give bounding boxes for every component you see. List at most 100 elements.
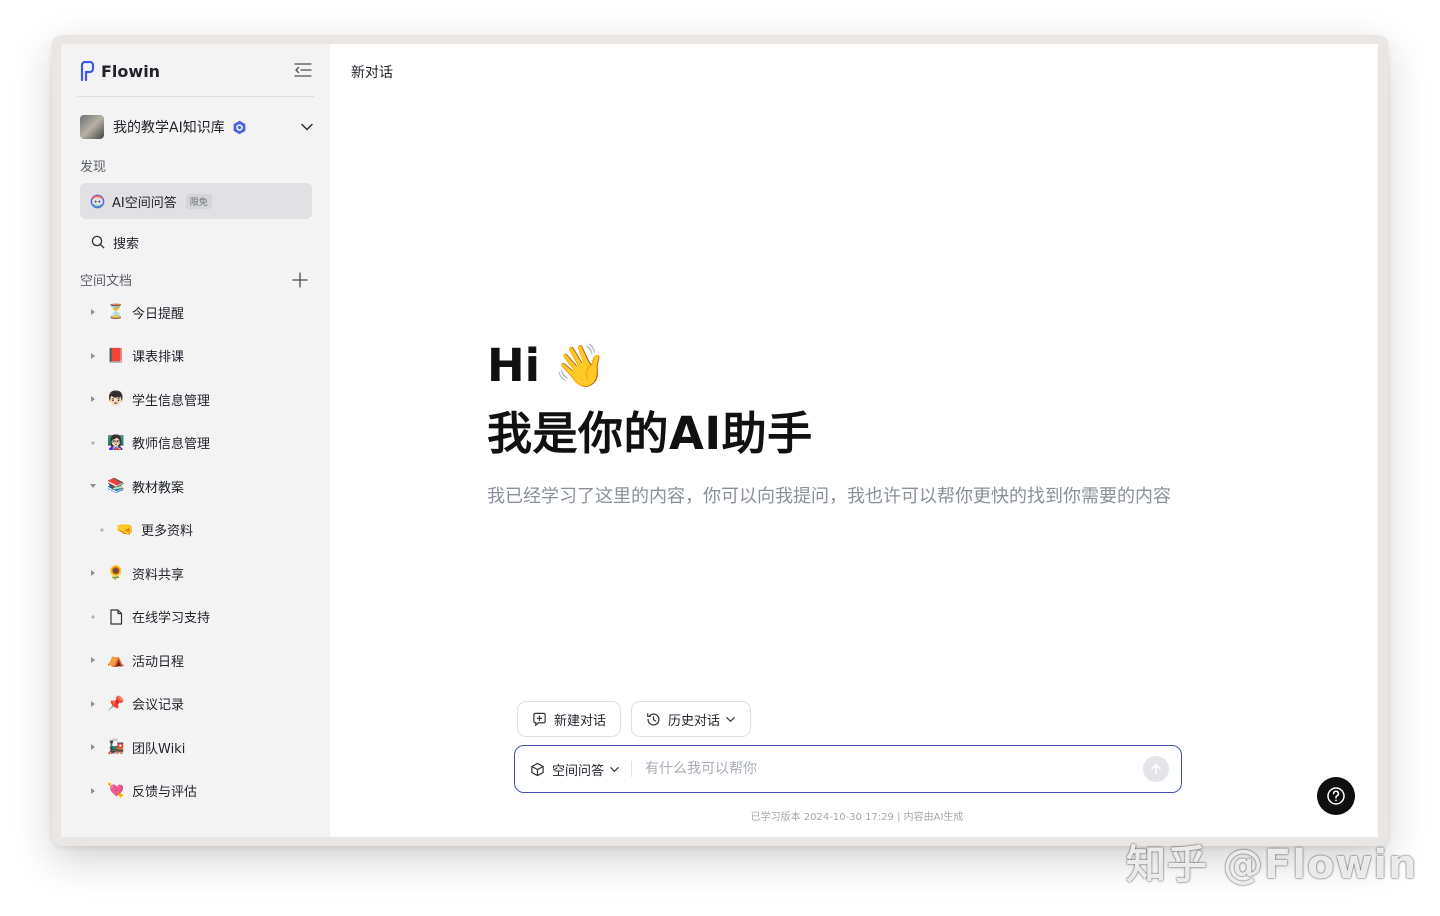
chevron-down-icon[interactable] — [300, 120, 314, 134]
doc-item[interactable]: 📌 会议记录 — [61, 689, 330, 719]
free-badge: 限免 — [185, 193, 212, 209]
caret-right-icon[interactable] — [89, 395, 97, 403]
welcome-hero: Hi 👋 我是你的AI助手 我已经学习了这里的内容，你可以向我提问，我也许可以帮… — [487, 338, 1171, 508]
nav-ai-space-qa-label: AI空间问答 — [112, 195, 177, 211]
brand-name: Flowin — [101, 61, 161, 81]
history-icon — [647, 712, 660, 725]
ai-assistant-icon — [90, 194, 105, 208]
doc-emoji-icon: 👩🏻‍🏫 — [107, 434, 125, 451]
hero-greeting: Hi — [487, 339, 541, 392]
waving-hand-icon: 👋 — [554, 341, 607, 390]
doc-emoji-icon: 🚂 — [107, 739, 125, 755]
brand[interactable]: Flowin — [79, 60, 160, 82]
doc-emoji-icon: ⏳ — [107, 304, 125, 320]
doc-item-label: 会议记录 — [132, 698, 185, 713]
doc-item-label: 今日提醒 — [132, 306, 185, 322]
hero-subtitle: 我已经学习了这里的内容，你可以向我提问，我也许可以帮你更快的找到你需要的内容 — [487, 486, 1171, 507]
doc-item[interactable]: ⛺ 活动日程 — [61, 645, 330, 675]
doc-item-label: 资料共享 — [132, 567, 185, 583]
bullet-dot-icon — [100, 527, 104, 532]
nav-ai-space-qa[interactable]: AI空间问答 限免 — [80, 183, 312, 219]
caret-right-icon[interactable] — [89, 569, 97, 577]
input-separator — [631, 761, 633, 777]
caret-right-icon[interactable] — [89, 700, 97, 708]
sidebar: Flowin 我的教学AI知识库 发现 AI空间问答 限免 搜索 空间文档 ⏳ … — [61, 44, 330, 837]
chat-query-input[interactable] — [643, 760, 1143, 778]
caret-right-icon[interactable] — [89, 743, 97, 751]
doc-emoji-icon: 🌻 — [107, 565, 125, 581]
doc-item-label: 活动日程 — [132, 654, 185, 670]
space-docs-label: 空间文档 — [80, 274, 133, 289]
sidebar-divider — [77, 96, 314, 97]
doc-item[interactable]: 👩🏻‍🏫 教师信息管理 — [61, 428, 330, 458]
doc-item[interactable]: 💘 反馈与评估 — [61, 776, 330, 806]
history-chat-button[interactable]: 历史对话 — [631, 701, 752, 737]
doc-item[interactable]: 在线学习支持 — [61, 602, 330, 632]
doc-item[interactable]: 🚂 团队Wiki — [61, 732, 330, 762]
caret-right-icon[interactable] — [89, 787, 97, 795]
collapse-sidebar-icon[interactable] — [294, 62, 312, 78]
doc-item-label: 教材教案 — [132, 480, 185, 496]
new-chat-label: 新建对话 — [554, 713, 607, 729]
doc-item-label: 反馈与评估 — [132, 785, 198, 800]
doc-item-label: 课表排课 — [132, 350, 185, 365]
doc-item[interactable]: ⏳ 今日提醒 — [61, 297, 330, 327]
bullet-dot-icon — [91, 614, 95, 619]
doc-item-label: 教师信息管理 — [132, 437, 211, 452]
help-button[interactable] — [1317, 777, 1355, 815]
doc-emoji-icon: ⛺ — [107, 652, 125, 668]
doc-emoji-icon: 🤜 — [116, 521, 134, 538]
space-name: 我的教学AI知识库 — [113, 120, 225, 136]
bullet-dot-icon — [91, 440, 95, 445]
space-switcher[interactable]: 我的教学AI知识库 — [80, 114, 314, 140]
hero-title: 我是你的AI助手 — [487, 407, 813, 460]
hero-greeting-row: Hi 👋 — [487, 338, 1171, 394]
chat-actions: 新建对话 历史对话 — [517, 701, 752, 737]
doc-item-label: 在线学习支持 — [132, 611, 211, 626]
doc-item[interactable]: 👦🏻 学生信息管理 — [61, 384, 330, 414]
app-window: Flowin 我的教学AI知识库 发现 AI空间问答 限免 搜索 空间文档 ⏳ … — [61, 44, 1378, 837]
arrow-up-icon — [1151, 764, 1161, 775]
caret-right-icon[interactable] — [89, 352, 97, 360]
conversation-title: 新对话 — [351, 65, 393, 81]
doc-emoji-icon: 📚 — [107, 478, 125, 494]
new-chat-button[interactable]: 新建对话 — [517, 701, 622, 737]
main-panel: 新对话 Hi 👋 我是你的AI助手 我已经学习了这里的内容，你可以向我提问，我也… — [330, 44, 1378, 837]
caret-right-icon[interactable] — [89, 308, 97, 316]
discover-label: 发现 — [80, 160, 107, 175]
space-avatar — [80, 115, 104, 139]
doc-emoji-icon: 📌 — [107, 695, 125, 712]
doc-emoji-icon: 📕 — [107, 347, 125, 364]
doc-emoji-icon: 👦🏻 — [107, 391, 125, 407]
qa-mode-label: 空间问答 — [552, 763, 605, 779]
qa-mode-select[interactable]: 空间问答 — [530, 760, 620, 779]
add-doc-icon[interactable] — [292, 272, 308, 288]
history-chat-label: 历史对话 — [668, 713, 721, 729]
new-chat-icon — [533, 712, 546, 726]
nav-search-label: 搜索 — [113, 236, 140, 252]
help-icon — [1327, 787, 1345, 805]
page-icon — [107, 608, 125, 626]
doc-emoji-icon: 💘 — [107, 782, 125, 799]
chevron-down-icon — [726, 716, 735, 722]
doc-item-label: 学生信息管理 — [132, 393, 211, 409]
doc-item[interactable]: 📕 课表排课 — [61, 341, 330, 371]
doc-item-label: 团队Wiki — [132, 741, 186, 757]
chat-input-bar: 空间问答 — [514, 745, 1182, 793]
doc-item-label: 更多资料 — [141, 524, 194, 539]
send-button[interactable] — [1143, 756, 1169, 782]
caret-down-icon[interactable] — [89, 482, 97, 490]
doc-item[interactable]: 🌻 资料共享 — [61, 558, 330, 588]
flowin-logo-icon — [80, 61, 95, 81]
space-docs-header: 空间文档 — [80, 270, 312, 290]
caret-right-icon[interactable] — [89, 656, 97, 664]
doc-item[interactable]: 🤜 更多资料 — [61, 515, 330, 545]
learning-version-note: 已学习版本 2024-10-30 17:29 | 内容由AI生成 — [750, 812, 964, 823]
verified-badge-icon — [233, 120, 246, 134]
cube-icon — [531, 762, 544, 776]
search-icon — [91, 235, 105, 249]
watermark: 知乎 @Flowin — [1126, 842, 1418, 888]
chevron-down-icon — [610, 766, 619, 772]
doc-item[interactable]: 📚 教材教案 — [61, 471, 330, 501]
nav-search[interactable]: 搜索 — [80, 228, 312, 256]
